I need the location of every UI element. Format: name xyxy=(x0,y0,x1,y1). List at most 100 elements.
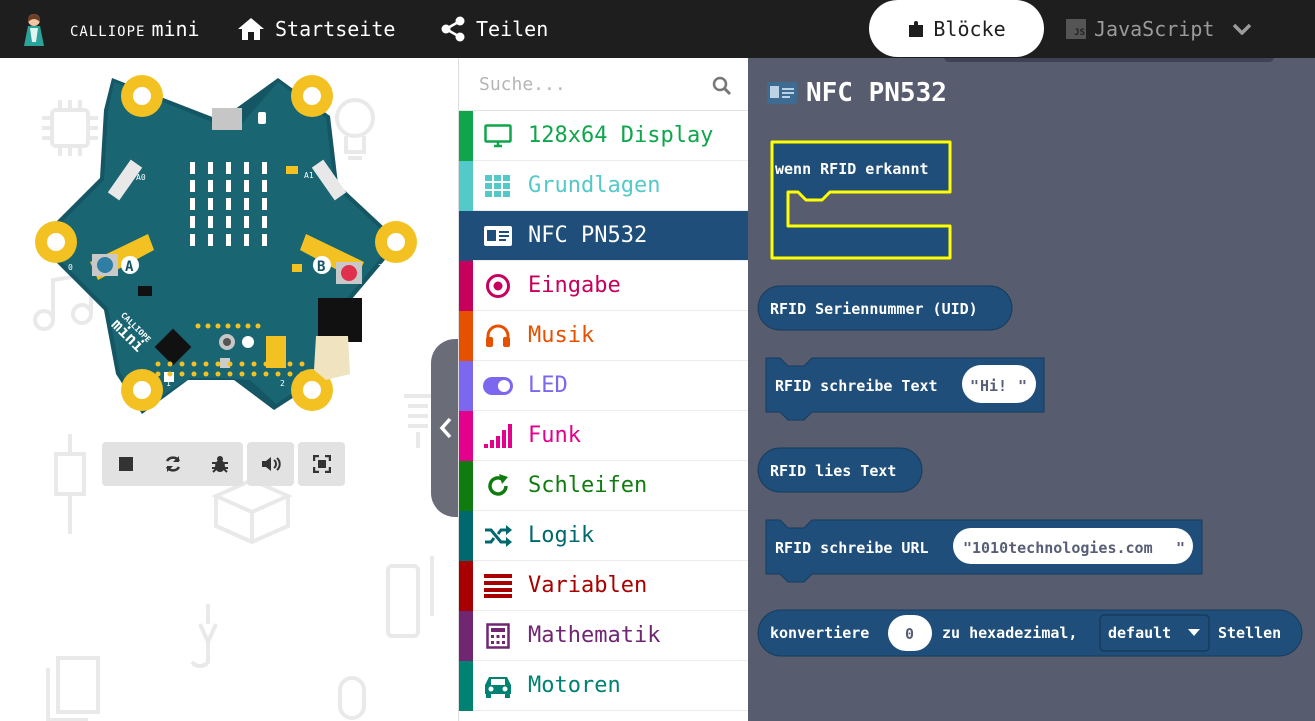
category-basic[interactable]: Grundlagen xyxy=(459,161,748,211)
shuffle-icon xyxy=(483,521,513,551)
svg-text:": " xyxy=(963,539,972,557)
javascript-icon: JS xyxy=(1066,19,1086,39)
tab-javascript[interactable]: JS JavaScript xyxy=(1066,0,1252,58)
convert-prefix-label: konvertiere xyxy=(770,624,869,642)
id-card-icon xyxy=(483,221,513,251)
chevron-down-icon[interactable] xyxy=(1232,23,1252,35)
category-music[interactable]: Musik xyxy=(459,311,748,361)
calliope-board[interactable]: A0 A1 A B CALLIOPE mini 0 3 1 2 xyxy=(30,74,430,420)
share-icon xyxy=(441,16,465,42)
rfid-write-text-label: RFID schreibe Text xyxy=(775,377,938,395)
category-math[interactable]: Mathematik xyxy=(459,611,748,661)
category-led[interactable]: LED xyxy=(459,361,748,411)
button-a-label: A xyxy=(125,259,134,275)
debug-button[interactable] xyxy=(196,442,243,486)
category-label: Motoren xyxy=(528,673,621,698)
rfid-serial-label: RFID Seriennummer (UID) xyxy=(770,300,978,318)
rfid-serial-block[interactable]: RFID Seriennummer (UID) xyxy=(757,285,1013,331)
refresh-icon xyxy=(165,456,180,472)
calliope-logo[interactable]: CALLIOPE mini xyxy=(18,0,200,58)
bug-icon xyxy=(211,456,228,473)
files-background-icon xyxy=(46,656,100,721)
text-input-value: Hi! xyxy=(980,377,1007,395)
category-label: Eingabe xyxy=(528,273,621,298)
tab-blocks-label: Blöcke xyxy=(933,16,1006,41)
button-b-label: B xyxy=(317,259,325,275)
number-input-value: 0 xyxy=(905,625,914,643)
category-label: Musik xyxy=(528,323,595,348)
category-radio[interactable]: Funk xyxy=(459,411,748,461)
category-nfc[interactable]: NFC PN532 xyxy=(459,211,748,261)
collapse-simulator-button[interactable] xyxy=(431,339,458,517)
svg-text:": " xyxy=(1176,539,1185,557)
mic-background-icon xyxy=(338,676,366,720)
top-menu-bar: CALLIOPE mini Startseite Teilen Blöcke JS… xyxy=(0,0,1315,58)
category-input[interactable]: Eingabe xyxy=(459,261,748,311)
sim-fullscreen-group xyxy=(298,442,345,486)
share-label: Teilen xyxy=(476,17,549,41)
search-icon[interactable] xyxy=(712,76,732,96)
component-background-icon xyxy=(54,434,86,534)
stop-icon xyxy=(118,457,133,471)
convert-hex-block[interactable]: konvertiere 0 zu hexadezimal, default St… xyxy=(757,609,1303,657)
calliope-mascot-icon xyxy=(24,14,44,46)
rfid-write-text-block[interactable]: RFID schreibe Text " Hi! " xyxy=(765,357,1045,421)
category-loops[interactable]: Schleifen xyxy=(459,461,748,511)
category-display[interactable]: 128x64 Display xyxy=(459,111,748,161)
wire-background-icon xyxy=(190,604,218,668)
category-label: 128x64 Display xyxy=(528,123,714,148)
target-icon xyxy=(483,271,513,301)
stop-button[interactable] xyxy=(102,442,149,486)
block-canvas: wenn RFID erkannt RFID Seriennummer (UID… xyxy=(757,140,1303,657)
puzzle-icon xyxy=(909,20,924,37)
pin-label-0: 0 xyxy=(68,263,73,272)
toggle-icon xyxy=(483,371,513,401)
category-label: Mathematik xyxy=(528,623,661,648)
tab-blocks[interactable]: Blöcke xyxy=(869,0,1044,57)
signal-icon xyxy=(483,421,513,451)
category-label: NFC PN532 xyxy=(528,223,648,248)
chevron-left-icon xyxy=(439,417,452,439)
pin-label-a1: A1 xyxy=(304,171,314,180)
category-motors[interactable]: Motoren xyxy=(459,661,748,711)
sim-sound-group xyxy=(247,442,294,486)
simulator-toolbar xyxy=(102,442,345,486)
category-label: Variablen xyxy=(528,573,648,598)
pin-label-a0: A0 xyxy=(136,173,146,182)
category-variables[interactable]: Variablen xyxy=(459,561,748,611)
home-label: Startseite xyxy=(275,17,396,41)
search-input[interactable] xyxy=(459,58,699,111)
on-rfid-label: wenn RFID erkannt xyxy=(775,160,929,178)
logo-calliope-text: CALLIOPE xyxy=(70,24,146,40)
pin-label-1: 1 xyxy=(166,379,171,388)
calculator-icon xyxy=(483,621,513,651)
tab-javascript-label: JavaScript xyxy=(1094,17,1215,41)
box-background-icon xyxy=(212,477,292,545)
mute-button[interactable] xyxy=(247,442,294,486)
sim-control-group xyxy=(102,442,243,486)
headphones-icon xyxy=(483,321,513,351)
fullscreen-button[interactable] xyxy=(298,442,345,486)
pin-label-3: 3 xyxy=(378,263,383,272)
restart-button[interactable] xyxy=(149,442,196,486)
monitor-icon xyxy=(483,121,513,151)
rfid-read-text-block[interactable]: RFID lies Text xyxy=(757,447,923,493)
convert-mid-label: zu hexadezimal, xyxy=(942,624,1077,642)
home-button[interactable]: Startseite xyxy=(237,0,395,58)
simulator-panel: A0 A1 A B CALLIOPE mini 0 3 1 2 xyxy=(0,58,458,721)
blocks-workspace[interactable]: NFC PN532 wenn RFID erkannt RFID Serienn… xyxy=(748,58,1315,721)
on-rfid-detected-block[interactable]: wenn RFID erkannt xyxy=(770,140,952,260)
battery-background-icon xyxy=(386,556,434,638)
rfid-write-url-label: RFID schreibe URL xyxy=(775,539,929,557)
category-label: Schleifen xyxy=(528,473,648,498)
category-label: Funk xyxy=(528,423,581,448)
category-label: LED xyxy=(528,373,568,398)
format-dropdown-value: default xyxy=(1108,624,1171,642)
rfid-write-url-block[interactable]: RFID schreibe URL " 1010technologies.com… xyxy=(765,519,1203,583)
url-input-value: 1010technologies.com xyxy=(972,539,1153,557)
category-label: Logik xyxy=(528,523,595,548)
share-button[interactable]: Teilen xyxy=(440,0,548,58)
category-logic[interactable]: Logik xyxy=(459,511,748,561)
fullscreen-icon xyxy=(312,455,331,473)
svg-text:": " xyxy=(1018,377,1027,395)
